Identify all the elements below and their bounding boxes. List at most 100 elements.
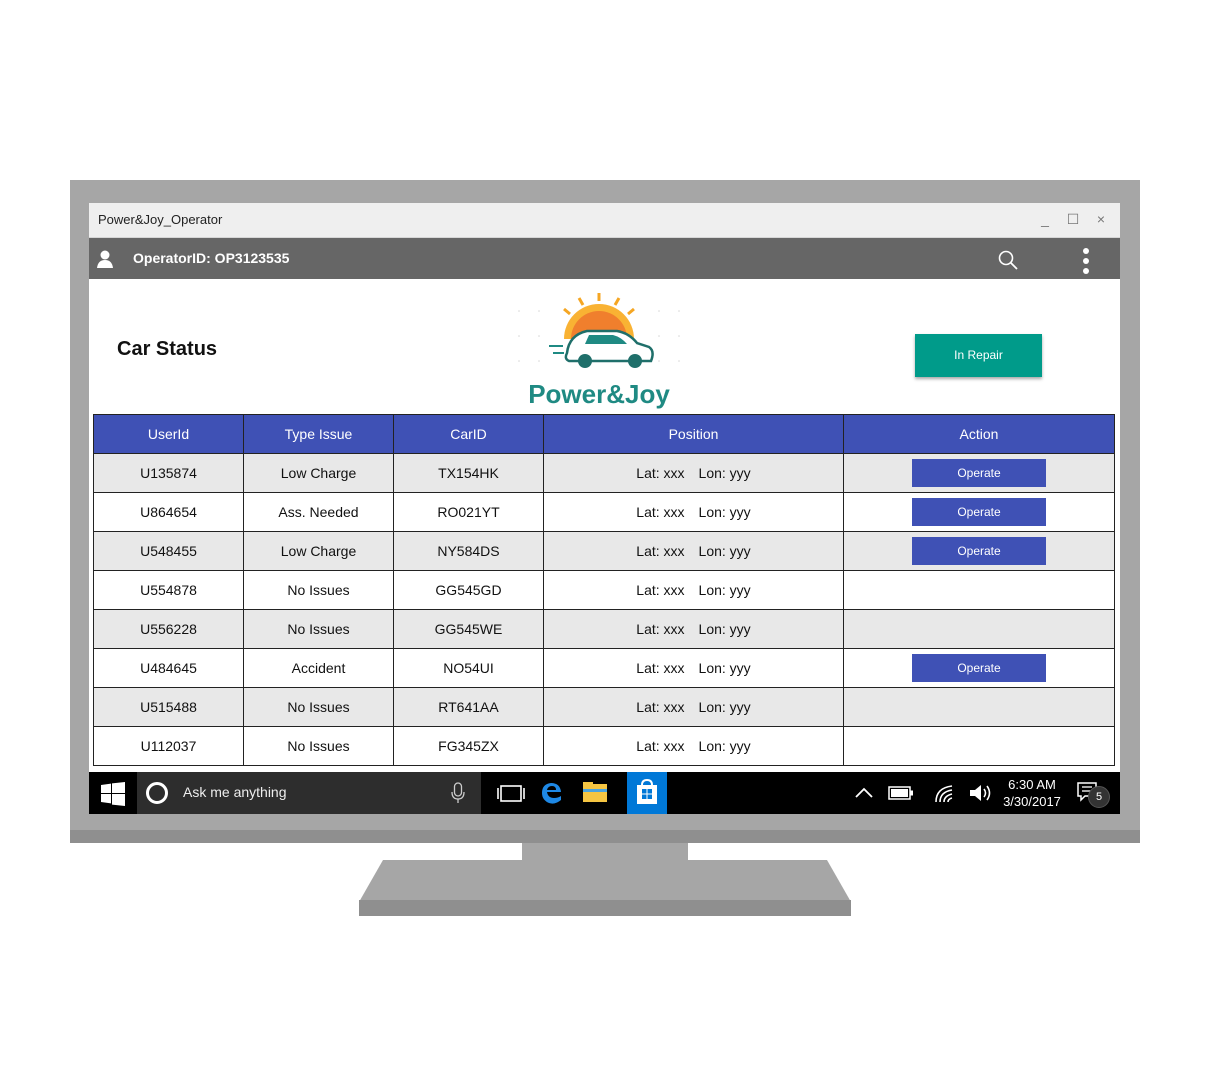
cell-userid: U515488 xyxy=(93,687,244,727)
window-titlebar: Power&Joy_Operator _ ☐ × xyxy=(89,203,1120,238)
close-button[interactable]: × xyxy=(1090,209,1112,229)
screen: Power&Joy_Operator _ ☐ × OperatorID: OP3… xyxy=(89,203,1120,814)
operate-button[interactable]: Operate xyxy=(912,498,1046,526)
cell-userid: U548455 xyxy=(93,531,244,571)
operate-button[interactable]: Operate xyxy=(912,654,1046,682)
cell-carid: RT641AA xyxy=(393,687,544,727)
cell-action xyxy=(843,570,1115,610)
position-lon: Lon: yyy xyxy=(698,621,751,637)
taskbar-clock[interactable]: 6:30 AM 3/30/2017 xyxy=(997,776,1067,810)
column-header-position[interactable]: Position xyxy=(543,414,844,454)
operate-button[interactable]: Operate xyxy=(912,459,1046,487)
cell-action: Operate xyxy=(843,648,1115,688)
column-header-action[interactable]: Action xyxy=(843,414,1115,454)
table-row: U548455 Low Charge NY584DS Lat: xxx Lon: yyy… xyxy=(93,531,1115,571)
cell-position: Lat: xxx Lon: yyy xyxy=(543,570,844,610)
chevron-up-icon[interactable] xyxy=(851,782,877,804)
cell-userid: U864654 xyxy=(93,492,244,532)
monitor-bezel xyxy=(70,830,1140,843)
table-row: U515488 No Issues RT641AA Lat: xxx Lon: yyy xyxy=(93,687,1115,727)
position-lon: Lon: yyy xyxy=(698,699,751,715)
cell-type-issue: No Issues xyxy=(243,570,394,610)
taskbar-search-box[interactable]: Ask me anything xyxy=(137,772,481,814)
position-lon: Lon: yyy xyxy=(698,660,751,676)
page-title: Car Status xyxy=(117,338,218,360)
microphone-icon[interactable] xyxy=(451,782,465,804)
cell-type-issue: No Issues xyxy=(243,726,394,766)
cell-type-issue: No Issues xyxy=(243,609,394,649)
cell-type-issue: Low Charge xyxy=(243,453,394,493)
cell-userid: U556228 xyxy=(93,609,244,649)
column-header-userid[interactable]: UserId xyxy=(93,414,244,454)
logo-text: Power&Joy xyxy=(528,379,670,409)
table-row: U556228 No Issues GG545WE Lat: xxx Lon: yyy xyxy=(93,609,1115,649)
operator-id: OperatorID: OP3123535 xyxy=(133,250,290,266)
user-icon xyxy=(97,250,113,268)
wifi-icon[interactable] xyxy=(932,782,958,804)
cell-type-issue: Accident xyxy=(243,648,394,688)
task-view-icon[interactable] xyxy=(496,778,526,808)
car-status-table: UserId Type Issue CarID Position Action … xyxy=(93,414,1115,766)
store-app-tile[interactable] xyxy=(627,772,667,814)
position-lat: Lat: xxx xyxy=(636,738,685,754)
window-title: Power&Joy_Operator xyxy=(98,212,223,227)
table-row: U112037 No Issues FG345ZX Lat: xxx Lon: yyy xyxy=(93,726,1115,766)
position-lon: Lon: yyy xyxy=(698,543,751,559)
powerjoy-logo: Power&Joy xyxy=(509,291,689,411)
table-row: U554878 No Issues GG545GD Lat: xxx Lon: yyy xyxy=(93,570,1115,610)
search-icon[interactable] xyxy=(998,250,1018,270)
more-vert-icon[interactable] xyxy=(1082,247,1090,275)
position-lon: Lon: yyy xyxy=(698,582,751,598)
file-explorer-icon[interactable] xyxy=(580,778,610,808)
cell-position: Lat: xxx Lon: yyy xyxy=(543,609,844,649)
position-lon: Lon: yyy xyxy=(698,738,751,754)
windows-start-icon[interactable] xyxy=(101,782,125,806)
cell-position: Lat: xxx Lon: yyy xyxy=(543,648,844,688)
cell-position: Lat: xxx Lon: yyy xyxy=(543,531,844,571)
table-header-row: UserId Type Issue CarID Position Action xyxy=(93,414,1115,454)
store-icon[interactable] xyxy=(633,778,661,808)
position-lat: Lat: xxx xyxy=(636,621,685,637)
cell-carid: GG545GD xyxy=(393,570,544,610)
table-row: U484645 Accident NO54UI Lat: xxx Lon: yyy Ope… xyxy=(93,648,1115,688)
position-lat: Lat: xxx xyxy=(636,582,685,598)
cell-action xyxy=(843,609,1115,649)
minimize-button[interactable]: _ xyxy=(1034,209,1056,229)
app-bar: OperatorID: OP3123535 xyxy=(89,238,1120,279)
monitor-stand-base xyxy=(359,860,851,916)
cell-action: Operate xyxy=(843,453,1115,493)
position-lat: Lat: xxx xyxy=(636,465,685,481)
logo-graphic xyxy=(518,293,680,368)
cell-carid: RO021YT xyxy=(393,492,544,532)
volume-icon[interactable] xyxy=(968,782,994,804)
position-lat: Lat: xxx xyxy=(636,699,685,715)
cell-userid: U112037 xyxy=(93,726,244,766)
search-placeholder: Ask me anything xyxy=(183,784,287,800)
column-header-carid[interactable]: CarID xyxy=(393,414,544,454)
position-lon: Lon: yyy xyxy=(698,504,751,520)
cell-type-issue: Ass. Needed xyxy=(243,492,394,532)
table-row: U864654 Ass. Needed RO021YT Lat: xxx Lon: yy… xyxy=(93,492,1115,532)
cell-carid: TX154HK xyxy=(393,453,544,493)
position-lat: Lat: xxx xyxy=(636,543,685,559)
edge-icon[interactable] xyxy=(537,778,567,808)
position-lat: Lat: xxx xyxy=(636,504,685,520)
battery-icon[interactable] xyxy=(888,782,914,804)
maximize-button[interactable]: ☐ xyxy=(1062,209,1084,229)
in-repair-button[interactable]: In Repair xyxy=(915,334,1042,377)
column-header-type-issue[interactable]: Type Issue xyxy=(243,414,394,454)
clock-date: 3/30/2017 xyxy=(1003,794,1061,809)
cell-position: Lat: xxx Lon: yyy xyxy=(543,492,844,532)
cell-action xyxy=(843,726,1115,766)
cell-carid: FG345ZX xyxy=(393,726,544,766)
cell-userid: U484645 xyxy=(93,648,244,688)
position-lon: Lon: yyy xyxy=(698,465,751,481)
cell-carid: GG545WE xyxy=(393,609,544,649)
cell-carid: NO54UI xyxy=(393,648,544,688)
cortana-icon[interactable] xyxy=(146,782,168,804)
cell-action xyxy=(843,687,1115,727)
cell-position: Lat: xxx Lon: yyy xyxy=(543,726,844,766)
cell-action: Operate xyxy=(843,531,1115,571)
notification-count-badge: 5 xyxy=(1088,786,1110,808)
operate-button[interactable]: Operate xyxy=(912,537,1046,565)
